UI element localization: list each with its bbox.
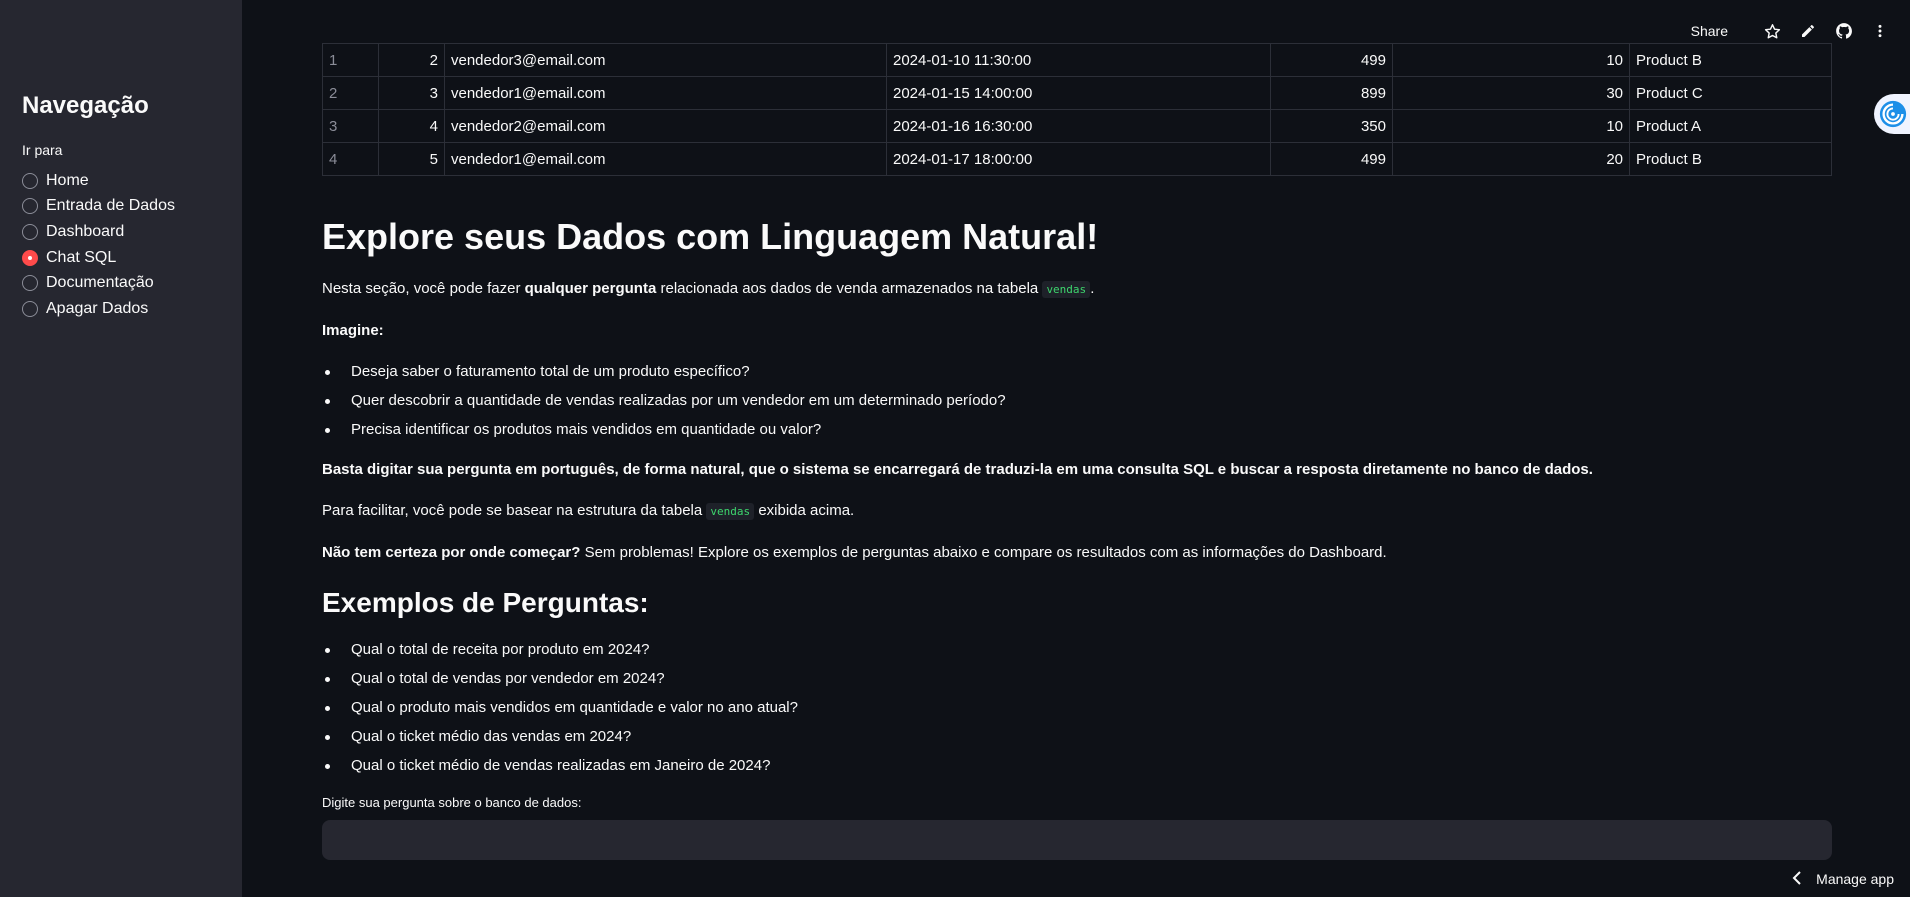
product-cell: Product C [1629, 76, 1832, 110]
price-cell: 499 [1270, 43, 1393, 77]
example-question: Qual o produto mais vendidos em quantida… [322, 697, 1832, 719]
navigation-radio-group: Home Entrada de Dados Dashboard Chat SQL… [22, 168, 220, 322]
star-icon[interactable] [1762, 21, 1782, 41]
nav-radio-label: Documentação [46, 274, 154, 292]
radio-button-icon[interactable] [22, 300, 38, 317]
nav-radio-apagar-dados[interactable]: Apagar Dados [22, 296, 220, 322]
quantity-cell: 20 [1392, 142, 1630, 176]
list-item: Quer descobrir a quantidade de vendas re… [322, 390, 1832, 412]
id-cell: 2 [378, 43, 445, 77]
example-question: Qual o total de receita por produto em 2… [322, 639, 1832, 661]
manage-app-button[interactable]: Manage app [1769, 861, 1910, 897]
vendas-data-table[interactable]: 1 2 vendedor3@email.com 2024-01-10 11:30… [322, 43, 1832, 176]
radio-button-icon[interactable] [22, 172, 38, 189]
table-name-code: vendas [1042, 281, 1091, 298]
radio-button-icon[interactable] [22, 198, 38, 215]
github-icon[interactable] [1834, 21, 1854, 41]
page-title: Explore seus Dados com Linguagem Natural… [322, 216, 1099, 257]
floating-assistant-badge[interactable] [1874, 94, 1910, 134]
facilitar-text-2: exibida acima. [754, 502, 855, 519]
radio-button-selected-icon[interactable] [22, 249, 38, 266]
quantity-cell: 10 [1392, 43, 1630, 77]
product-cell: Product A [1629, 109, 1832, 143]
date-cell: 2024-01-15 14:00:00 [886, 76, 1271, 110]
date-cell: 2024-01-17 18:00:00 [886, 142, 1271, 176]
product-cell: Product B [1629, 43, 1832, 77]
intro-text-2: relacionada aos dados de venda armazenad… [656, 280, 1043, 297]
nav-radio-label: Dashboard [46, 222, 125, 240]
radio-group-label: Ir para [22, 142, 63, 158]
table-row[interactable]: 4 5 vendedor1@email.com 2024-01-17 18:00… [322, 142, 1832, 176]
product-cell: Product B [1629, 142, 1832, 176]
imagine-list: Deseja saber o faturamento total de um p… [322, 361, 1832, 441]
example-question: Qual o ticket médio das vendas em 2024? [322, 726, 1832, 748]
table-row[interactable]: 3 4 vendedor2@email.com 2024-01-16 16:30… [322, 109, 1832, 143]
nao-tem-text: Sem problemas! Explore os exemplos de pe… [580, 544, 1387, 561]
date-cell: 2024-01-10 11:30:00 [886, 43, 1271, 77]
swirl-logo-icon [1879, 100, 1907, 128]
intro-text: Nesta seção, você pode fazer [322, 280, 525, 297]
list-item: Precisa identificar os produtos mais ven… [322, 419, 1832, 441]
id-cell: 3 [378, 76, 445, 110]
nav-radio-home[interactable]: Home [22, 168, 220, 194]
question-input-label: Digite sua pergunta sobre o banco de dad… [322, 795, 582, 810]
facilitar-paragraph: Para facilitar, você pode se basear na e… [322, 500, 1832, 523]
nav-radio-chat-sql[interactable]: Chat SQL [22, 245, 220, 271]
intro-paragraph: Nesta seção, você pode fazer qualquer pe… [322, 278, 1832, 301]
price-cell: 899 [1270, 76, 1393, 110]
intro-bold-text: qualquer pergunta [524, 280, 657, 297]
email-cell: vendedor2@email.com [444, 109, 887, 143]
nav-radio-label: Home [46, 171, 89, 189]
table-name-code: vendas [706, 503, 755, 520]
nav-radio-dashboard[interactable]: Dashboard [22, 219, 220, 245]
row-index-cell: 3 [322, 109, 379, 143]
radio-button-icon[interactable] [22, 223, 38, 240]
nao-tem-paragraph: Não tem certeza por onde começar? Sem pr… [322, 542, 1832, 564]
id-cell: 5 [378, 142, 445, 176]
email-cell: vendedor1@email.com [444, 76, 887, 110]
nav-radio-label: Entrada de Dados [46, 197, 175, 215]
row-index-cell: 4 [322, 142, 379, 176]
imagine-label: Imagine: [322, 322, 384, 339]
edit-pencil-icon[interactable] [1798, 21, 1818, 41]
examples-title: Exemplos de Perguntas: [322, 587, 649, 618]
chat-sql-section: Explore seus Dados com Linguagem Natural… [322, 216, 1832, 860]
list-item: Deseja saber o faturamento total de um p… [322, 361, 1832, 383]
row-index-cell: 1 [322, 43, 379, 77]
row-index-cell: 2 [322, 76, 379, 110]
manage-app-label: Manage app [1816, 871, 1894, 887]
price-cell: 350 [1270, 109, 1393, 143]
id-cell: 4 [378, 109, 445, 143]
nav-radio-entrada-de-dados[interactable]: Entrada de Dados [22, 194, 220, 220]
quantity-cell: 10 [1392, 109, 1630, 143]
nav-radio-label: Apagar Dados [46, 299, 149, 317]
example-question: Qual o total de vendas por vendedor em 2… [322, 668, 1832, 690]
imagine-heading: Imagine: [322, 320, 1832, 342]
basta-paragraph: Basta digitar sua pergunta em português,… [322, 459, 1832, 481]
nav-radio-documentacao[interactable]: Documentação [22, 270, 220, 296]
facilitar-text: Para facilitar, você pode se basear na e… [322, 502, 707, 519]
quantity-cell: 30 [1392, 76, 1630, 110]
sidebar: Navegação Ir para Home Entrada de Dados … [0, 0, 242, 897]
nao-tem-bold-text: Não tem certeza por onde começar? [322, 544, 581, 561]
date-cell: 2024-01-16 16:30:00 [886, 109, 1271, 143]
email-cell: vendedor1@email.com [444, 142, 887, 176]
chevron-left-icon [1792, 870, 1802, 888]
email-cell: vendedor3@email.com [444, 43, 887, 77]
nav-radio-label: Chat SQL [46, 248, 117, 266]
sidebar-title: Navegação [22, 92, 149, 119]
radio-button-icon[interactable] [22, 275, 38, 292]
table-row[interactable]: 2 3 vendedor1@email.com 2024-01-15 14:00… [322, 76, 1832, 110]
examples-list: Qual o total de receita por produto em 2… [322, 639, 1832, 777]
intro-end: . [1090, 280, 1095, 297]
more-vertical-icon[interactable] [1870, 21, 1890, 41]
share-button[interactable]: Share [1691, 23, 1728, 39]
question-input[interactable] [322, 820, 1832, 860]
example-question: Qual o ticket médio de vendas realizadas… [322, 755, 1832, 777]
price-cell: 499 [1270, 142, 1393, 176]
basta-bold-text: Basta digitar sua pergunta em português,… [322, 461, 1593, 478]
table-row[interactable]: 1 2 vendedor3@email.com 2024-01-10 11:30… [322, 43, 1832, 77]
